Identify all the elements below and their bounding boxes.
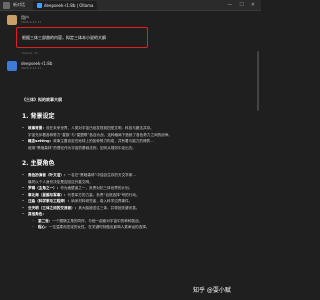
app-icon bbox=[3, 1, 10, 9]
chat-area: 用户 2025-2-11 17 根据三体三部曲的内容，拟定三体本小说的大纲 To… bbox=[0, 11, 261, 300]
user-time: 2025-2-11 17 bbox=[21, 20, 42, 24]
bot-message-header: deepseek-r1:8b 2025-2-11 17 bbox=[7, 61, 52, 71]
user-message-header: 用户 2025-2-11 17 bbox=[7, 15, 41, 25]
section-heading: 1. 背景设定 bbox=[22, 113, 55, 120]
list-item: ◦ 程心：一位温柔而坚定的女性，在关键时刻做出影响人类命运的选择。 bbox=[32, 225, 150, 229]
bot-time: 2025-2-11 17 bbox=[21, 66, 42, 70]
bot-response: 《三体》拟的故事大纲 1. 背景设定 • 故事背景：设在未来世界，人类对宇宙已经发… bbox=[22, 97, 254, 231]
maximize-icon[interactable]: ☐ bbox=[239, 2, 243, 8]
token-count: Tokens: 31 bbox=[22, 51, 38, 55]
bot-avatar bbox=[7, 61, 17, 71]
doc-title: 《三体》拟的故事大纲 bbox=[22, 97, 62, 102]
user-avatar bbox=[7, 15, 17, 25]
scrollbar[interactable] bbox=[257, 51, 259, 111]
minimize-icon[interactable]: — bbox=[227, 2, 232, 8]
ollama-icon bbox=[37, 2, 42, 8]
window-titlebar: 新对话 deepseek-r1:8b | Ollama — ☐ ✕ bbox=[0, 0, 261, 11]
window-title: 新对话 bbox=[13, 2, 25, 7]
tab-model[interactable]: deepseek-r1:8b | Ollama bbox=[33, 0, 98, 10]
close-icon[interactable]: ✕ bbox=[251, 2, 255, 8]
watermark: 知乎 @耍小赋 bbox=[193, 287, 231, 294]
section-heading: 2. 主要角色 bbox=[22, 160, 55, 167]
user-prompt: 根据三体三部曲的内容，拟定三体本小说的大纲 bbox=[22, 35, 106, 40]
tab-label: deepseek-r1:8b | Ollama bbox=[44, 2, 94, 8]
